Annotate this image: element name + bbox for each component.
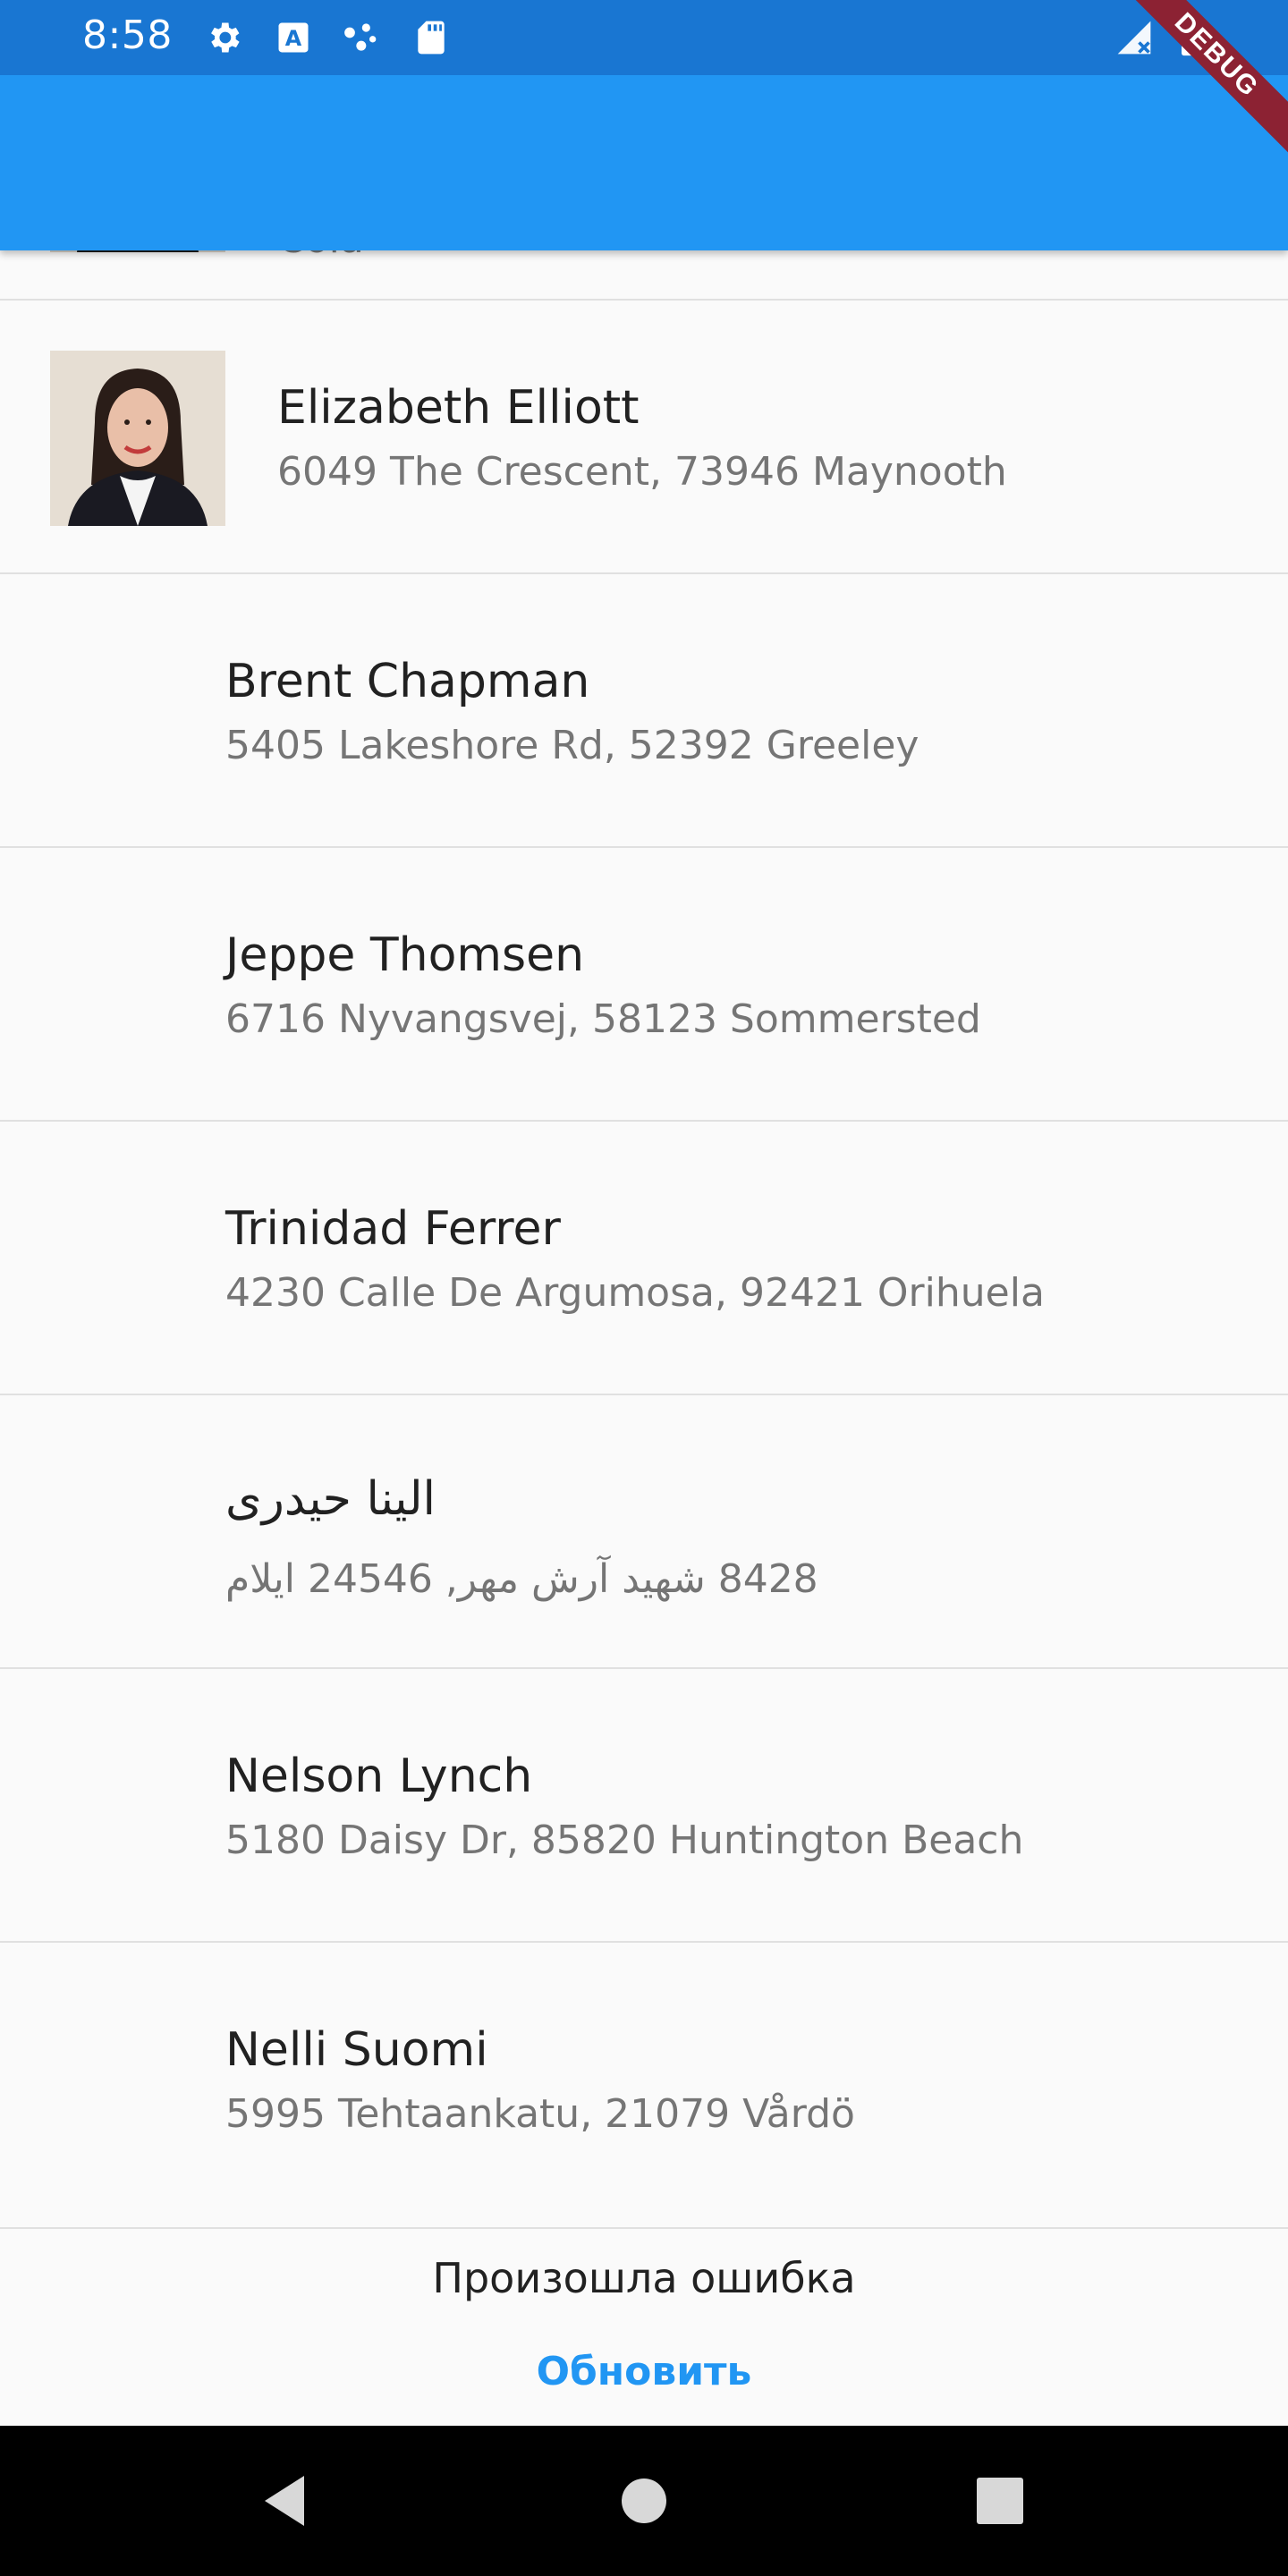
list-item[interactable]: Elizabeth Elliott 6049 The Crescent, 739… <box>0 301 1288 574</box>
item-name: الینا حیدری <box>225 1472 436 1526</box>
list-item[interactable]: Nelson Lynch 5180 Daisy Dr, 85820 Huntin… <box>0 1669 1288 1943</box>
status-time: 8:58 <box>82 13 173 58</box>
item-address: 6049 The Crescent, 73946 Maynooth <box>277 449 1007 495</box>
back-icon[interactable] <box>249 2465 320 2537</box>
home-icon[interactable] <box>608 2465 680 2537</box>
item-name: Nelson Lynch <box>225 1750 533 1803</box>
list-item[interactable]: Brent Chapman 5405 Lakeshore Rd, 52392 G… <box>0 574 1288 848</box>
item-address: 6716 Nyvangsvej, 58123 Sommersted <box>225 996 981 1042</box>
item-address: 5180 Daisy Dr, 85820 Huntington Beach <box>225 1818 1024 1863</box>
error-message: Произошла ошибка <box>432 2254 856 2302</box>
list-item[interactable]: الینا حیدری 8428 شهید آرش مهر, 24546 ایل… <box>0 1395 1288 1669</box>
item-name: Jeppe Thomsen <box>225 928 585 982</box>
dots-icon <box>344 23 377 51</box>
list-item[interactable]: Nelli Suomi 5995 Tehtaankatu, 21079 Vård… <box>0 1943 1288 2216</box>
item-name: Elizabeth Elliott <box>277 381 640 435</box>
error-panel: Произошла ошибка Обновить <box>0 2227 1288 2428</box>
item-name: Nelli Suomi <box>225 2023 488 2077</box>
item-address: 5405 Lakeshore Rd, 52392 Greeley <box>225 723 919 768</box>
item-address: 8428 شهید آرش مهر, 24546 ایلام <box>225 1556 818 1602</box>
item-name: Trinidad Ferrer <box>225 1202 561 1256</box>
signal-icon <box>1117 21 1151 55</box>
recents-icon[interactable] <box>964 2465 1036 2537</box>
item-name: Brent Chapman <box>225 655 590 708</box>
gear-icon <box>211 22 240 53</box>
list-item[interactable]: Trinidad Ferrer 4230 Calle De Argumosa, … <box>0 1122 1288 1395</box>
item-address: 4230 Calle De Argumosa, 92421 Orihuela <box>225 1270 1045 1316</box>
svg-text:A: A <box>285 26 302 51</box>
status-bar: 8:58 A <box>0 0 1288 75</box>
a-text-icon: A <box>278 22 309 53</box>
sd-card-icon <box>418 21 445 55</box>
item-address: 5995 Tehtaankatu, 21079 Vårdö <box>225 2091 855 2137</box>
retry-button[interactable]: Обновить <box>510 2336 778 2408</box>
navigation-bar <box>0 2426 1288 2576</box>
avatar <box>50 351 225 526</box>
app-bar <box>0 75 1288 250</box>
list-item[interactable]: Jeppe Thomsen 6716 Nyvangsvej, 58123 Som… <box>0 848 1288 1122</box>
